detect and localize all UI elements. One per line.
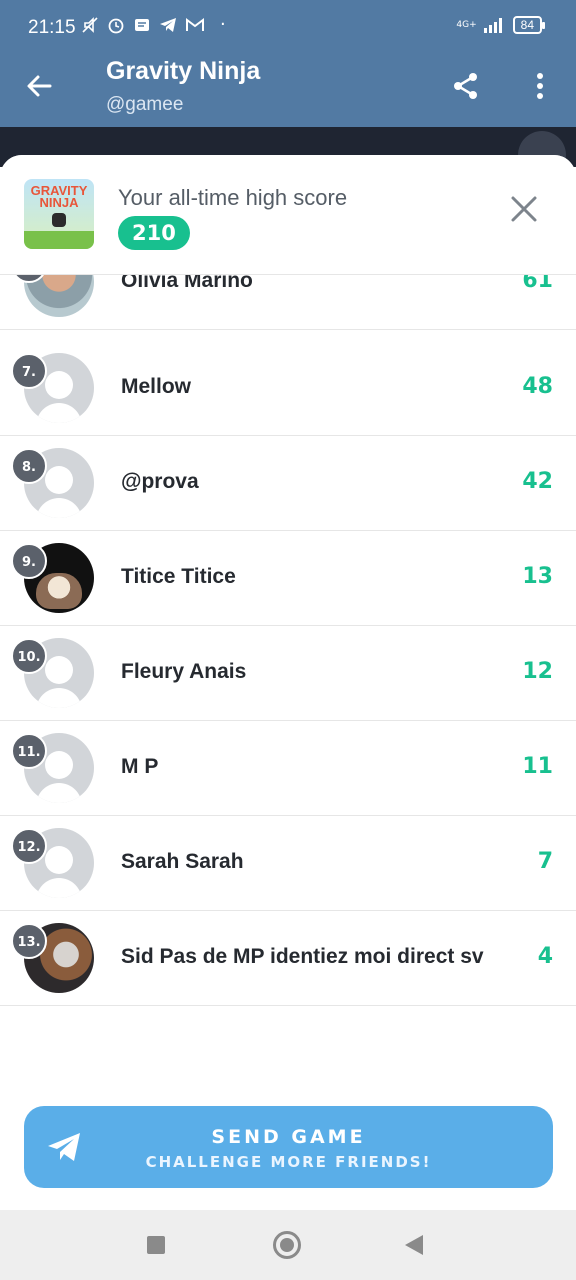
dot-icon: · [220,14,226,35]
system-status: 4G+ 84 [456,16,546,34]
message-icon [135,18,149,31]
gmail-icon [186,17,204,31]
back-arrow-icon[interactable] [22,68,58,104]
player-name: @prova [121,470,199,493]
list-item[interactable]: 11. M P 11 [0,721,576,816]
page-title: Gravity Ninja [106,57,261,85]
player-name: Fleury Anais [121,660,247,683]
status-time: 21:15 [28,17,76,38]
ground-decoration [24,231,94,249]
rank-badge: 8. [11,448,47,484]
list-item[interactable]: 8. @prova 42 [0,436,576,531]
list-item[interactable]: 13. Sid Pas de MP identiez moi direct sv… [0,911,576,1006]
list-item[interactable]: 9. Titice Titice 13 [0,531,576,626]
list-item[interactable]: 6. Olivia Marino 61 [0,275,576,330]
list-item[interactable]: 12. Sarah Sarah 7 [0,816,576,911]
home-icon[interactable] [273,1231,301,1259]
more-options-icon[interactable] [526,70,554,102]
high-score-label: Your all-time high score [118,185,348,210]
send-game-sublabel: CHALLENGE MORE FRIENDS! [145,1153,432,1171]
rank-badge: 12. [11,828,47,864]
player-score: 48 [522,374,553,399]
telegram-icon [160,17,176,32]
list-item[interactable]: 10. Fleury Anais 12 [0,626,576,721]
player-score: 61 [522,275,553,293]
leaderboard-sheet: GRAVITY NINJA Your all-time high score 2… [0,155,576,1210]
player-score: 4 [537,944,553,969]
close-icon[interactable] [508,193,540,225]
game-thumbnail: GRAVITY NINJA [24,179,94,249]
player-name: Olivia Marino [121,275,253,292]
high-score-badge: 210 [118,216,190,250]
rank-badge: 7. [11,353,47,389]
send-game-label: SEND GAME [211,1126,366,1148]
player-name: M P [121,755,159,778]
player-score: 7 [537,849,553,874]
back-icon[interactable] [405,1235,423,1255]
list-item[interactable]: 7. Mellow 48 [0,341,576,436]
recents-icon[interactable] [147,1236,165,1254]
player-score: 11 [522,754,553,779]
system-nav-bar [0,1210,576,1280]
notification-icons: · [80,14,226,35]
send-game-button[interactable]: SEND GAME CHALLENGE MORE FRIENDS! [24,1106,553,1188]
player-name: Titice Titice [121,565,236,588]
mute-icon [82,16,98,33]
player-score: 42 [522,469,553,494]
player-name: Sarah Sarah [121,850,244,873]
page-subtitle: @gamee [106,94,184,115]
rank-badge: 10. [11,638,47,674]
rank-badge: 11. [11,733,47,769]
rank-badge: 9. [11,543,47,579]
player-name: Sid Pas de MP identiez moi direct sv [121,945,484,968]
ninja-icon [52,213,66,227]
sheet-header: GRAVITY NINJA Your all-time high score 2… [0,155,576,275]
alarm-icon [108,18,124,33]
status-bar: 21:15 · 4G+ 84 [0,0,576,52]
battery-icon: 84 [512,16,546,34]
share-icon[interactable] [450,70,482,102]
signal-icon [483,18,502,33]
app-bar: Gravity Ninja @gamee [0,52,576,127]
rank-badge: 13. [11,923,47,959]
player-score: 12 [522,659,553,684]
player-name: Mellow [121,375,192,398]
network-type: 4G+ [456,20,477,30]
game-logo: GRAVITY NINJA [30,183,88,210]
player-score: 13 [522,564,553,589]
leaderboard-list[interactable]: 6. Olivia Marino 61 7. Mellow 48 8. @pro… [0,275,576,1012]
